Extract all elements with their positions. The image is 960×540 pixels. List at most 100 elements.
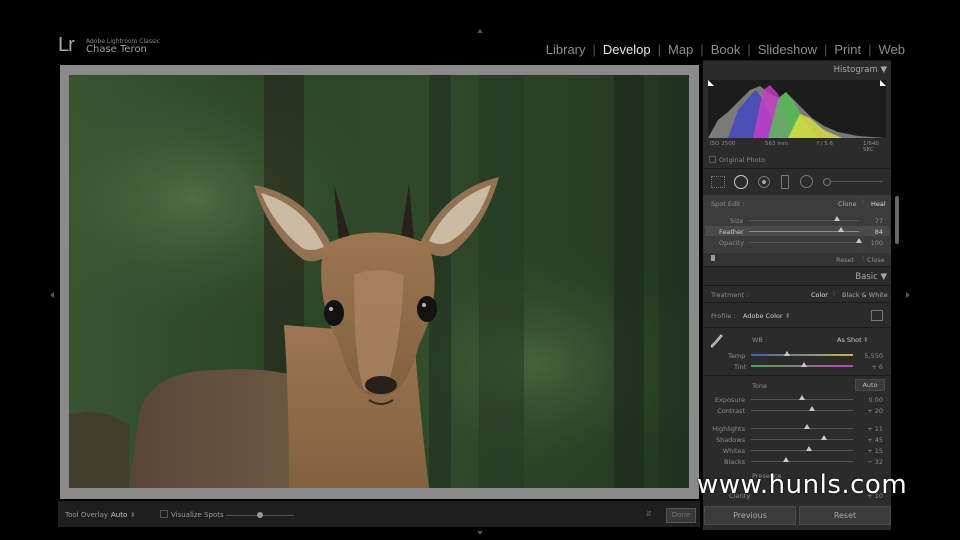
histogram-aperture: f / 5.6 [817, 141, 834, 147]
heal-button[interactable]: Heal [871, 200, 886, 208]
brush-tool-icon[interactable] [823, 178, 831, 186]
tone-slider-track[interactable] [751, 410, 853, 411]
visualize-spots-checkbox[interactable] [160, 510, 168, 518]
user-name: Chase Teron [86, 44, 147, 55]
histogram-header[interactable]: Histogram ▼ [834, 65, 887, 75]
white-balance-eyedropper-icon[interactable] [710, 334, 723, 348]
tone-slider-track[interactable] [751, 439, 853, 440]
histogram-focal: 563 mm [765, 141, 788, 147]
wb-label: WB : [752, 336, 768, 344]
histogram-graph [708, 80, 886, 138]
right-panel-toggle-icon[interactable] [906, 292, 910, 298]
clone-button[interactable]: Clone [838, 200, 856, 208]
original-photo-checkbox[interactable] [709, 156, 716, 163]
tool-overlay-select[interactable]: Auto [111, 511, 127, 519]
brush-slider-track[interactable] [823, 181, 883, 182]
tone-slider-track[interactable] [751, 450, 853, 451]
dik-dik-photo [69, 75, 689, 488]
tone-slider-value[interactable]: + 20 [867, 407, 883, 415]
profile-select[interactable]: Adobe Color [743, 312, 783, 320]
tone-slider-thumb[interactable] [809, 406, 816, 411]
treatment-bw[interactable]: Black & White [842, 291, 888, 299]
tone-slider-value[interactable]: + 45 [867, 436, 883, 444]
histogram-shutter: 1/640 SEC [863, 141, 879, 153]
wb-dropdown-icon[interactable]: ⬍ [863, 336, 868, 344]
temp-value[interactable]: 5,550 [864, 352, 883, 360]
reset-button[interactable]: Reset [799, 506, 891, 525]
tone-slider-label: Whites [722, 447, 745, 455]
module-separator: | [700, 42, 704, 57]
temp-slider-track[interactable] [751, 354, 853, 356]
module-separator: | [592, 42, 596, 57]
module-slideshow[interactable]: Slideshow [758, 42, 817, 57]
tool-overlay-dropdown-icon[interactable]: ⬍ [130, 511, 136, 519]
crop-tool-icon[interactable] [711, 176, 725, 188]
module-separator: | [823, 42, 828, 57]
histogram-chart[interactable] [708, 80, 886, 138]
eyedropper-icon [710, 334, 723, 348]
size-value[interactable]: 77 [875, 217, 883, 225]
tone-slider-track[interactable] [751, 428, 853, 429]
size-slider-thumb[interactable] [834, 216, 840, 221]
module-web[interactable]: Web [879, 42, 906, 57]
spot-reset-button[interactable]: Reset [836, 256, 854, 264]
tint-label: Tint [734, 363, 747, 371]
tint-slider-thumb[interactable] [801, 362, 808, 367]
tone-slider-value[interactable]: 0.00 [869, 396, 883, 404]
radial-filter-icon[interactable] [800, 175, 813, 188]
tone-slider-value[interactable]: − 32 [867, 458, 883, 466]
tool-overlay-label: Tool Overlay : [65, 511, 113, 519]
module-library[interactable]: Library [546, 42, 586, 57]
bottom-buttons: Previous Reset [703, 506, 891, 525]
opacity-slider-thumb[interactable] [856, 238, 862, 243]
done-button[interactable]: Done [666, 508, 696, 523]
tone-slider-label: Contrast [717, 407, 745, 415]
tone-slider-value[interactable]: + 11 [867, 425, 883, 433]
tone-slider-thumb[interactable] [821, 435, 828, 440]
opacity-slider-track[interactable] [749, 242, 859, 243]
module-develop[interactable]: Develop [603, 42, 651, 57]
previous-button[interactable]: Previous [704, 506, 796, 525]
tint-value[interactable]: + 6 [871, 363, 883, 371]
tone-slider-thumb[interactable] [782, 457, 789, 462]
left-panel-toggle-icon[interactable] [50, 292, 54, 298]
photo-canvas[interactable] [69, 75, 689, 488]
top-panel-toggle-icon[interactable] [477, 29, 483, 33]
feather-slider-thumb[interactable] [838, 227, 845, 232]
auto-tone-button[interactable]: Auto [855, 379, 885, 391]
module-print[interactable]: Print [834, 42, 861, 57]
profile-dropdown-icon[interactable]: ⬍ [785, 312, 790, 320]
right-panel-scrollbar[interactable] [895, 196, 899, 244]
module-book[interactable]: Book [711, 42, 741, 57]
right-panel: Histogram ▼ ISO 2500 563 mm f / 5.6 1/64… [703, 60, 891, 530]
wb-select[interactable]: As Shot [837, 336, 862, 344]
feather-value[interactable]: 84 [875, 228, 883, 236]
basic-header[interactable]: Basic ▼ [855, 272, 887, 282]
profile-label: Profile : [711, 312, 736, 320]
tone-slider-thumb[interactable] [804, 424, 811, 429]
collapse-triangle-icon: ▼ [880, 272, 887, 282]
module-map[interactable]: Map [668, 42, 693, 57]
tone-slider-track[interactable] [751, 461, 853, 462]
histogram-title: Histogram [833, 65, 878, 75]
graduated-filter-icon[interactable] [781, 175, 789, 189]
bottom-panel-toggle-icon[interactable] [477, 531, 483, 535]
spot-close-button[interactable]: Close [867, 256, 885, 264]
tone-slider-thumb[interactable] [799, 395, 805, 400]
tool-strip [703, 169, 891, 195]
toolbar-options-icon[interactable]: ⇵ [646, 510, 652, 518]
tone-slider-label: Blacks [724, 458, 745, 466]
tone-slider-label: Exposure [714, 396, 745, 404]
tone-slider-value[interactable]: + 15 [867, 447, 883, 455]
spot-edit-toggle-switch[interactable] [711, 255, 715, 261]
tone-slider-label: Highlights [712, 425, 745, 433]
opacity-value[interactable]: 100 [871, 239, 883, 247]
spot-removal-tool-icon[interactable] [734, 175, 748, 189]
tone-slider-thumb[interactable] [806, 446, 813, 451]
size-slider-track[interactable] [749, 220, 859, 221]
temp-slider-thumb[interactable] [783, 351, 790, 356]
visualize-spots-slider-thumb[interactable] [257, 512, 263, 518]
treatment-color[interactable]: Color [811, 291, 828, 299]
red-eye-tool-icon[interactable] [758, 176, 770, 188]
profile-browser-grid-icon[interactable] [871, 310, 883, 321]
